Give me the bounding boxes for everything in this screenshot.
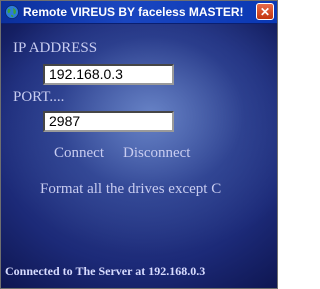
window-title: Remote VIREUS BY faceless MASTER!	[23, 5, 244, 19]
globe-icon	[5, 5, 19, 19]
app-window: Remote VIREUS BY faceless MASTER! ✕ IP A…	[0, 0, 278, 289]
connect-button[interactable]: Connect	[54, 145, 104, 162]
close-icon: ✕	[259, 4, 271, 19]
title-bar: Remote VIREUS BY faceless MASTER! ✕	[1, 1, 277, 24]
close-button[interactable]: ✕	[256, 3, 274, 20]
client-area: IP ADDRESS 192.168.0.3 PORT.... 2987 Con…	[1, 24, 277, 288]
format-drives-button[interactable]: Format all the drives except C	[40, 181, 221, 198]
ip-address-label: IP ADDRESS	[13, 40, 98, 56]
port-input[interactable]: 2987	[43, 111, 174, 132]
disconnect-button[interactable]: Disconnect	[123, 145, 190, 162]
ip-address-input[interactable]: 192.168.0.3	[43, 64, 174, 85]
port-label: PORT....	[13, 89, 65, 105]
connection-status: Connected to The Server at 192.168.0.3	[5, 264, 206, 278]
